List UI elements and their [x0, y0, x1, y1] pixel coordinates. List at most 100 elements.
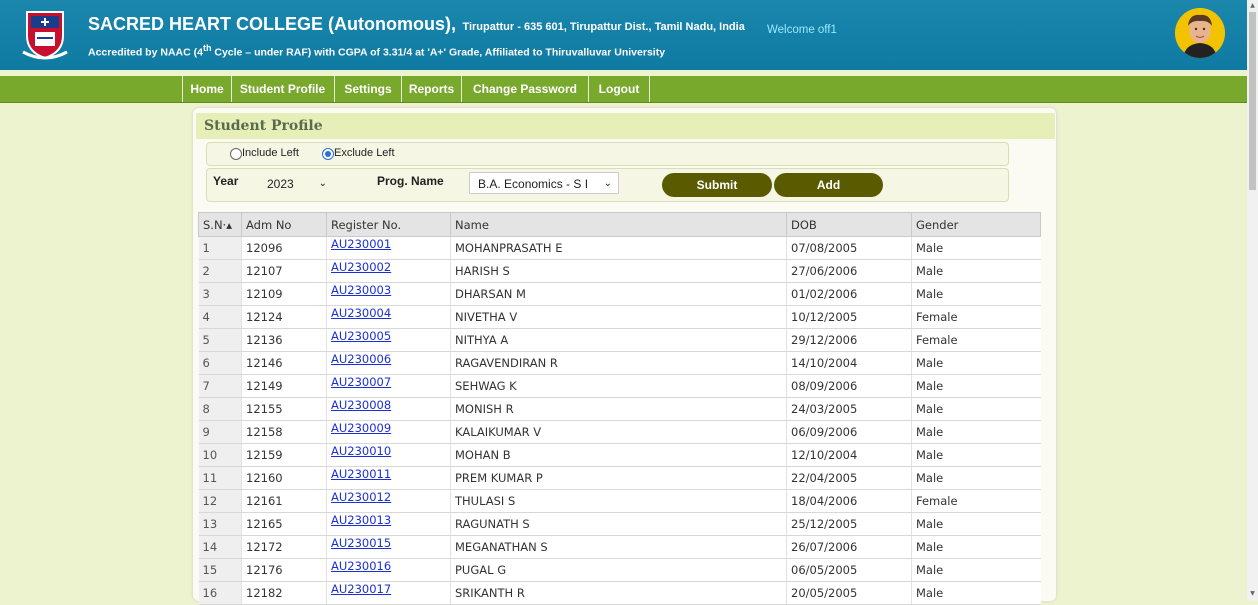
table-row: 13 12165 AU230013 RAGUNATH S 25/12/2005 Male — [198, 512, 1041, 536]
table-row: 11 12160 AU230011 PREM KUMAR P 22/04/2005 Mal… — [198, 466, 1041, 490]
exclude-left-radio[interactable] — [322, 148, 334, 160]
nav-home[interactable]: Home — [182, 76, 232, 102]
college-title: SACRED HEART COLLEGE (Autonomous), Tirup… — [88, 14, 745, 35]
table-row: 4 12124 AU230004 NIVETHA V 10/12/2005 Female — [198, 305, 1041, 329]
register-no-link[interactable]: AU230008 — [331, 398, 391, 412]
cell-register-no: AU230009 — [326, 420, 451, 444]
cell-name: MONISH R — [450, 397, 787, 421]
prog-name-label: Prog. Name — [377, 174, 444, 188]
nav-student-profile[interactable]: Student Profile — [231, 76, 335, 102]
cell-register-no: AU230012 — [326, 489, 451, 513]
cell-dob: 26/07/2006 — [786, 535, 912, 559]
nav-settings[interactable]: Settings — [335, 76, 402, 102]
nav-logout[interactable]: Logout — [589, 76, 650, 102]
cell-register-no: AU230017 — [326, 581, 451, 605]
exclude-left-label[interactable]: Exclude Left — [334, 147, 395, 159]
register-no-link[interactable]: AU230011 — [331, 467, 391, 481]
cell-name: NITHYA A — [450, 328, 787, 352]
cell-dob: 22/04/2005 — [786, 466, 912, 490]
col-dob[interactable]: DOB — [786, 212, 912, 237]
program-select[interactable]: B.A. Economics - S I ⌄ — [469, 172, 619, 194]
register-no-link[interactable]: AU230005 — [331, 329, 391, 343]
col-adm-no[interactable]: Adm No — [241, 212, 327, 237]
year-value: 2023 — [267, 177, 294, 191]
register-no-link[interactable]: AU230010 — [331, 444, 391, 458]
cell-gender: Male — [911, 282, 1041, 306]
col-name[interactable]: Name — [450, 212, 787, 237]
cell-name: PUGAL G — [450, 558, 787, 582]
cell-adm-no: 12172 — [241, 535, 327, 559]
add-button[interactable]: Add — [774, 173, 883, 197]
table-row: 6 12146 AU230006 RAGAVENDIRAN R 14/10/2004 Ma… — [198, 351, 1041, 375]
cell-sno: 13 — [198, 512, 242, 536]
cell-gender: Male — [911, 374, 1041, 398]
cell-gender: Male — [911, 397, 1041, 421]
table-row: 8 12155 AU230008 MONISH R 24/03/2005 Male — [198, 397, 1041, 421]
cell-dob: 10/12/2005 — [786, 305, 912, 329]
cell-name: MOHANPRASATH E — [450, 236, 787, 260]
accreditation-text: Accredited by NAAC (4th Cycle – under RA… — [88, 43, 665, 59]
col-sno[interactable]: S.N·▴ — [198, 212, 242, 237]
header-bar — [0, 0, 1247, 70]
user-avatar[interactable] — [1175, 8, 1225, 58]
register-no-link[interactable]: AU230017 — [331, 582, 391, 596]
cell-register-no: AU230013 — [326, 512, 451, 536]
cell-register-no: AU230015 — [326, 535, 451, 559]
cell-register-no: AU230004 — [326, 305, 451, 329]
table-row: 1 12096 AU230001 MOHANPRASATH E 07/08/2005 Ma… — [198, 236, 1041, 260]
cell-dob: 29/12/2006 — [786, 328, 912, 352]
cell-dob: 14/10/2004 — [786, 351, 912, 375]
submit-button[interactable]: Submit — [662, 173, 772, 197]
cell-adm-no: 12182 — [241, 581, 327, 605]
cell-sno: 6 — [198, 351, 242, 375]
register-no-link[interactable]: AU230013 — [331, 513, 391, 527]
register-no-link[interactable]: AU230002 — [331, 260, 391, 274]
scroll-up-icon[interactable]: ▲ — [1249, 2, 1256, 10]
col-gender[interactable]: Gender — [911, 212, 1041, 237]
table-row: 12 12161 AU230012 THULASI S 18/04/2006 Female — [198, 489, 1041, 513]
cell-register-no: AU230011 — [326, 466, 451, 490]
nav-reports[interactable]: Reports — [402, 76, 462, 102]
col-register-no[interactable]: Register No. — [326, 212, 451, 237]
cell-sno: 8 — [198, 397, 242, 421]
cell-register-no: AU230007 — [326, 374, 451, 398]
year-label: Year — [213, 174, 239, 188]
register-no-link[interactable]: AU230001 — [331, 237, 391, 251]
register-no-link[interactable]: AU230012 — [331, 490, 391, 504]
include-left-label[interactable]: Include Left — [242, 147, 299, 159]
cell-adm-no: 12149 — [241, 374, 327, 398]
register-no-link[interactable]: AU230004 — [331, 306, 391, 320]
include-left-radio[interactable] — [230, 148, 242, 160]
cell-gender: Male — [911, 558, 1041, 582]
cell-register-no: AU230005 — [326, 328, 451, 352]
cell-sno: 15 — [198, 558, 242, 582]
cell-dob: 18/04/2006 — [786, 489, 912, 513]
year-select[interactable]: 2023 ⌄ — [258, 172, 334, 194]
cell-adm-no: 12155 — [241, 397, 327, 421]
register-no-link[interactable]: AU230015 — [331, 536, 391, 550]
cell-name: SRIKANTH R — [450, 581, 787, 605]
cell-name: PREM KUMAR P — [450, 466, 787, 490]
scroll-down-icon[interactable]: ▼ — [1249, 590, 1256, 598]
register-no-link[interactable]: AU230007 — [331, 375, 391, 389]
nav-change-password[interactable]: Change Password — [462, 76, 589, 102]
cell-name: MOHAN B — [450, 443, 787, 467]
college-name: SACRED HEART COLLEGE (Autonomous), — [88, 14, 456, 34]
cell-register-no: AU230008 — [326, 397, 451, 421]
register-no-link[interactable]: AU230003 — [331, 283, 391, 297]
register-no-link[interactable]: AU230016 — [331, 559, 391, 573]
cell-name: DHARSAN M — [450, 282, 787, 306]
cell-gender: Male — [911, 420, 1041, 444]
cell-dob: 06/09/2006 — [786, 420, 912, 444]
cell-adm-no: 12159 — [241, 443, 327, 467]
cell-sno: 1 — [198, 236, 242, 260]
register-no-link[interactable]: AU230009 — [331, 421, 391, 435]
scrollbar-thumb[interactable] — [1249, 12, 1256, 190]
chevron-down-icon: ⌄ — [318, 178, 327, 189]
cell-sno: 9 — [198, 420, 242, 444]
college-address: Tirupattur - 635 601, Tirupattur Dist., … — [462, 21, 745, 33]
cell-gender: Male — [911, 443, 1041, 467]
register-no-link[interactable]: AU230006 — [331, 352, 391, 366]
cell-name: SEHWAG K — [450, 374, 787, 398]
cell-sno: 5 — [198, 328, 242, 352]
